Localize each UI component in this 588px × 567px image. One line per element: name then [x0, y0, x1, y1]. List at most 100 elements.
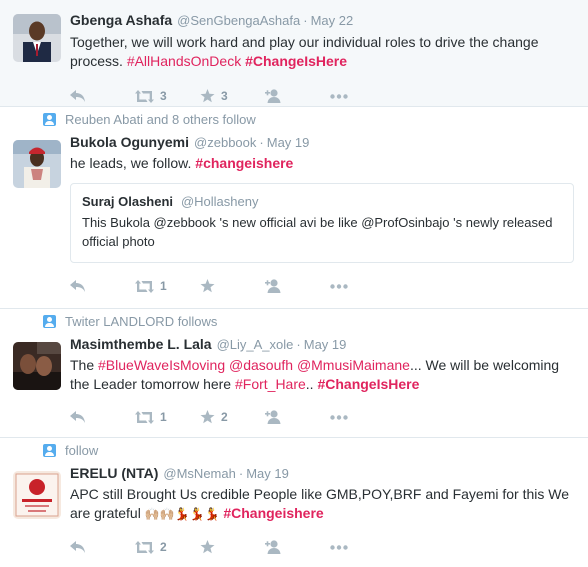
text-segment: .. — [305, 376, 318, 392]
text-segment: The — [70, 357, 99, 373]
person-icon — [43, 443, 56, 457]
retweet-count: 2 — [160, 540, 167, 554]
tweet-actions: 1 — [70, 269, 588, 303]
author-handle[interactable]: @SenGbengaAshafa — [177, 11, 300, 30]
hashtag-link[interactable]: #ChangeIsHere — [317, 376, 419, 392]
avatar[interactable] — [13, 140, 61, 188]
follow-icon — [265, 410, 284, 424]
star-icon — [200, 89, 215, 103]
retweet-icon — [135, 410, 154, 424]
hashtag-link[interactable]: #AllHandsOnDeck — [127, 53, 241, 69]
hashtag-link[interactable]: #changeishere — [195, 155, 293, 171]
reply-icon — [70, 280, 86, 292]
favorite-button[interactable] — [200, 540, 265, 554]
hashtag-link[interactable]: #Fort_Hare — [235, 376, 306, 392]
follow-button[interactable] — [265, 89, 330, 103]
social-context-text[interactable]: follow — [65, 443, 98, 458]
tweet[interactable]: Gbenga Ashafa @SenGbengaAshafa · May 22 … — [0, 0, 588, 107]
star-icon — [200, 540, 215, 554]
reply-button[interactable] — [70, 541, 135, 553]
avatar[interactable] — [13, 342, 61, 390]
more-button[interactable] — [330, 93, 395, 99]
retweet-button[interactable]: 2 — [135, 540, 200, 554]
reply-icon — [70, 411, 86, 423]
text-segment: he leads, we follow. — [70, 155, 196, 171]
more-icon — [330, 283, 348, 289]
retweet-button[interactable]: 1 — [135, 279, 200, 293]
reply-icon — [70, 90, 86, 102]
tweet[interactable]: follow ERELU (NTA) @MsNemah · May 19 APC… — [0, 438, 588, 567]
hashtag-link[interactable]: #Changeishere — [223, 505, 323, 521]
follow-button[interactable] — [265, 279, 330, 293]
hashtag-link[interactable]: #ChangeIsHere — [245, 53, 347, 69]
favorite-count: 3 — [221, 89, 228, 103]
follow-icon — [265, 279, 284, 293]
author-name[interactable]: Bukola Ogunyemi — [70, 133, 189, 152]
emoji-group: 🙌🏼🙌🏼💃💃💃 — [144, 507, 220, 521]
tweet-text: he leads, we follow. #changeishere — [70, 154, 588, 173]
reply-icon — [70, 541, 86, 553]
more-button[interactable] — [330, 544, 395, 550]
tweet[interactable]: Twiter LANDLORD follows Masimthembe L. L… — [0, 309, 588, 438]
author-name[interactable]: Gbenga Ashafa — [70, 11, 172, 30]
retweet-button[interactable]: 1 — [135, 410, 200, 424]
social-context-text[interactable]: Reuben Abati and 8 others follow — [65, 112, 256, 127]
more-button[interactable] — [330, 283, 395, 289]
separator-dot: · — [238, 466, 244, 481]
follow-icon — [265, 89, 284, 103]
reply-button[interactable] — [70, 90, 135, 102]
favorite-button[interactable]: 3 — [200, 89, 265, 103]
timestamp[interactable]: May 19 — [246, 464, 289, 483]
tweet-header: Bukola Ogunyemi @zebbook · May 19 — [70, 133, 588, 152]
more-icon — [330, 544, 348, 550]
tweet-header: Masimthembe L. Lala @Liy_A_xole · May 19 — [70, 335, 588, 354]
quoted-tweet[interactable]: Suraj Olasheni @Hollasheny This Bukola @… — [70, 183, 574, 263]
mention-link[interactable]: @MmusiMaimane — [297, 357, 410, 373]
hashtag-link[interactable]: #BlueWaveIsMoving — [98, 357, 225, 373]
timestamp[interactable]: May 19 — [304, 335, 347, 354]
social-context: Twiter LANDLORD follows — [43, 309, 588, 329]
follow-icon — [265, 540, 284, 554]
social-context: Reuben Abati and 8 others follow — [43, 107, 588, 127]
timeline: Gbenga Ashafa @SenGbengaAshafa · May 22 … — [0, 0, 588, 567]
reply-button[interactable] — [70, 280, 135, 292]
favorite-button[interactable]: 2 — [200, 410, 265, 424]
timestamp[interactable]: May 19 — [267, 133, 310, 152]
social-context-text[interactable]: Twiter LANDLORD follows — [65, 314, 217, 329]
person-icon — [43, 112, 56, 126]
more-icon — [330, 414, 348, 420]
tweet-header: Gbenga Ashafa @SenGbengaAshafa · May 22 — [70, 11, 588, 30]
author-name[interactable]: ERELU (NTA) — [70, 464, 158, 483]
follow-button[interactable] — [265, 540, 330, 554]
quoted-author-name: Suraj Olasheni — [82, 194, 174, 209]
retweet-button[interactable]: 3 — [135, 89, 200, 103]
tweet-actions: 1 2 — [70, 400, 588, 434]
star-icon — [200, 410, 215, 424]
retweet-icon — [135, 540, 154, 554]
author-name[interactable]: Masimthembe L. Lala — [70, 335, 212, 354]
favorite-button[interactable] — [200, 279, 265, 293]
person-icon — [43, 314, 56, 328]
author-handle[interactable]: @Liy_A_xole — [217, 335, 294, 354]
author-handle[interactable]: @zebbook — [194, 133, 256, 152]
more-icon — [330, 93, 348, 99]
separator-dot: · — [303, 13, 308, 28]
more-button[interactable] — [330, 414, 395, 420]
timestamp[interactable]: May 22 — [311, 11, 354, 30]
retweet-count: 1 — [160, 410, 167, 424]
tweet-text: APC still Brought Us credible People lik… — [70, 485, 588, 524]
tweet[interactable]: Reuben Abati and 8 others follow Bukola … — [0, 107, 588, 309]
separator-dot: · — [259, 135, 264, 150]
separator-dot: · — [296, 337, 301, 352]
mention-link[interactable]: @dasoufh — [229, 357, 293, 373]
reply-button[interactable] — [70, 411, 135, 423]
favorite-count: 2 — [221, 410, 228, 424]
retweet-count: 3 — [160, 89, 167, 103]
tweet-text: Together, we will work hard and play our… — [70, 33, 588, 71]
tweet-actions: 2 — [70, 530, 588, 564]
avatar[interactable] — [13, 471, 61, 519]
avatar[interactable] — [13, 14, 61, 62]
follow-button[interactable] — [265, 410, 330, 424]
star-icon — [200, 279, 215, 293]
author-handle[interactable]: @MsNemah — [163, 464, 235, 483]
